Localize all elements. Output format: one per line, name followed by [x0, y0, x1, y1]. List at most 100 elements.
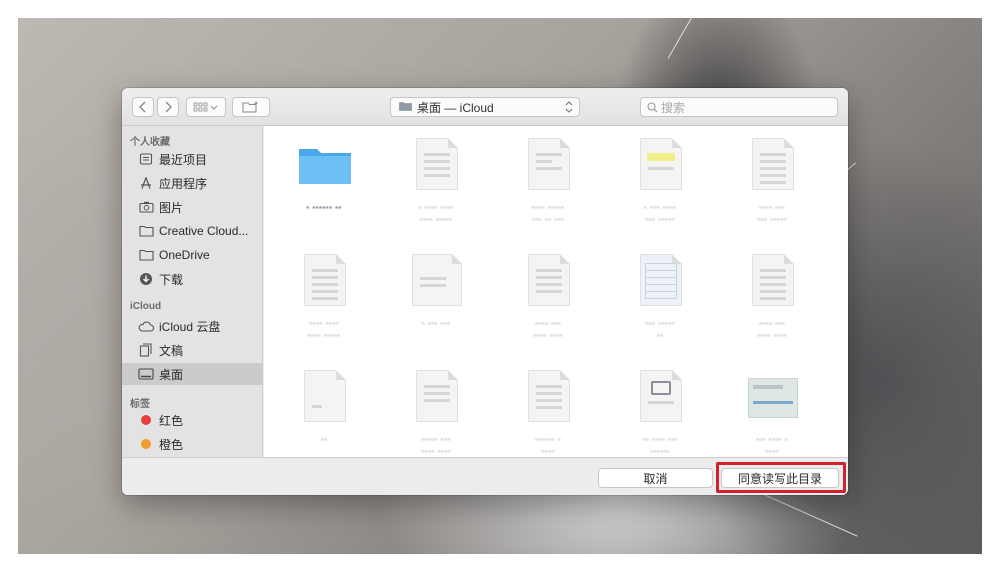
document-icon: [304, 254, 346, 306]
folder-icon: [399, 100, 412, 114]
favorites-heading: 个人收藏: [130, 137, 170, 148]
blurred-file-name: ▫▫ ▫▫▫▫ ▫▫▫ ▫▫▫▫▫▫: [642, 435, 678, 456]
search-placeholder: 搜索: [661, 100, 686, 115]
cancel-button[interactable]: 取消: [598, 468, 713, 488]
sidebar-item-pictures[interactable]: 图片: [122, 196, 263, 218]
blurred-file-name: ▫▫▫▫ ▫▫▫▫▫ ▫▫▫ ▫▫ ▫▫▫: [531, 203, 565, 224]
forward-button[interactable]: [157, 97, 179, 117]
file-item[interactable]: ▫ ▫▫▫ ▫▫▫: [381, 248, 491, 358]
documents-icon: [138, 342, 154, 358]
file-item[interactable]: ▪ ▪▪▪▪▪▪ ▪▪: [269, 132, 379, 242]
file-item[interactable]: ▫▫▫▫ ▫▫▫▫ ▫▫▫▫ ▫▫▫▫▫: [269, 248, 379, 358]
location-label: 桌面 — iCloud: [417, 100, 494, 115]
icon-grid-icon: [193, 102, 218, 112]
chevron-left-icon: [139, 101, 146, 113]
blurred-file-name: ▫▫▫▫ ▫▫▫▫ ▫▫▫▫ ▫▫▫▫▫: [307, 319, 341, 340]
blurred-file-name: ▫▫▫▫ ▫▫▫ ▫▫▫▫ ▫▫▫▫: [533, 319, 563, 340]
updown-chevron-icon: [565, 100, 573, 117]
highlight-box: [716, 462, 846, 493]
folder-icon: [138, 247, 154, 263]
tag-dot-icon: [138, 436, 154, 452]
document-icon: [528, 138, 570, 190]
blurred-file-name: ▫▫▫▫ ▫▫▫ ▫▫▫ ▫▫▫▫▫: [757, 203, 787, 224]
sidebar-item-label: 文稿: [159, 343, 184, 358]
file-item[interactable]: ▫▫: [269, 364, 379, 457]
file-browser: ▪ ▪▪▪▪▪▪ ▪▪ ▫ ▫▫▫▫ ▫▫▫▫ ▫▫▫▫ ▫▫▫▫▫ ▫▫▫▫ ▫…: [264, 126, 848, 457]
sidebar-item-label: 图片: [159, 200, 184, 215]
view-mode-button[interactable]: [186, 97, 226, 117]
search-field[interactable]: 搜索: [640, 97, 838, 117]
blurred-file-name: ▫▫▫▫▫ ▫▫▫ ▫▫▫▫ ▫▫▫▫: [421, 435, 451, 456]
sidebar-item-tag-red[interactable]: 红色: [122, 409, 263, 431]
file-item[interactable]: ▫▫▫▫▫ ▫▫▫ ▫▫▫▫ ▫▫▫▫: [381, 364, 491, 457]
sidebar-item-creative-cloud[interactable]: Creative Cloud...: [122, 220, 263, 242]
file-item[interactable]: ▫▫▫▫ ▫▫▫ ▫▫▫▫ ▫▫▫▫: [493, 248, 603, 358]
sidebar-item-downloads[interactable]: 下载: [122, 268, 263, 290]
file-open-dialog: 桌面 — iCloud 搜索 个人收藏 最近项目 应用程序 图片 Creativ…: [122, 88, 848, 495]
folder-icon: [299, 149, 351, 184]
chevron-right-icon: [165, 101, 172, 113]
sidebar: 个人收藏 最近项目 应用程序 图片 Creative Cloud... OneD…: [122, 126, 263, 457]
file-item[interactable]: ▫▫▫▫ ▫▫▫▫▫ ▫▫▫ ▫▫ ▫▫▫: [493, 132, 603, 242]
folder-icon: [138, 223, 154, 239]
sidebar-item-label: iCloud 云盘: [159, 319, 221, 334]
sidebar-item-applications[interactable]: 应用程序: [122, 172, 263, 194]
image-file-icon: [748, 378, 798, 418]
spreadsheet-icon: [640, 254, 682, 306]
sidebar-item-desktop[interactable]: 桌面: [122, 363, 263, 385]
tag-dot-icon: [138, 412, 154, 428]
file-item[interactable]: ▫▫ ▫▫▫▫ ▫▫▫ ▫▫▫▫▫▫: [605, 364, 715, 457]
document-icon: [412, 254, 462, 306]
document-icon: [528, 254, 570, 306]
icloud-heading: iCloud: [130, 301, 162, 312]
document-icon: [416, 138, 458, 190]
sidebar-item-onedrive[interactable]: OneDrive: [122, 244, 263, 266]
camera-icon: [138, 199, 154, 215]
blurred-file-name: ▫ ▫▫▫ ▫▫▫: [421, 319, 451, 328]
tags-heading: 标签: [130, 399, 150, 410]
new-folder-icon: [242, 101, 258, 113]
back-button[interactable]: [132, 97, 154, 117]
file-item[interactable]: ▫▫▫▫▫▫ ▫ ▫▫▫▫: [493, 364, 603, 457]
sidebar-item-tag-orange[interactable]: 橙色: [122, 433, 263, 455]
document-icon: [640, 370, 682, 422]
document-icon: [416, 370, 458, 422]
sidebar-item-label: 应用程序: [159, 176, 208, 191]
file-item[interactable]: ▫▫▫ ▫▫▫▫▫ ▫▫: [605, 248, 715, 358]
clock-icon: [138, 151, 154, 167]
sidebar-item-label: OneDrive: [159, 248, 210, 262]
document-icon: [640, 138, 682, 190]
sidebar-item-recents[interactable]: 最近项目: [122, 148, 263, 170]
blurred-file-name: ▫▫: [320, 435, 328, 444]
sidebar-item-label: 桌面: [159, 367, 184, 382]
blurred-file-name: ▫▫▫ ▫▫▫▫▫ ▫▫: [645, 319, 675, 340]
sidebar-item-icloud-drive[interactable]: iCloud 云盘: [122, 315, 263, 337]
document-icon: [752, 138, 794, 190]
file-item[interactable]: ▫▫▫▫ ▫▫▫ ▫▫▫ ▫▫▫▫▫: [717, 132, 827, 242]
document-icon: [528, 370, 570, 422]
dialog-toolbar: 桌面 — iCloud 搜索: [122, 88, 848, 126]
document-icon: [752, 254, 794, 306]
document-icon: [304, 370, 346, 422]
new-folder-button[interactable]: [232, 97, 270, 117]
blurred-file-name: ▫▫▫▫ ▫▫▫ ▫▫▫▫ ▫▫▫▫: [757, 319, 787, 340]
sidebar-item-documents[interactable]: 文稿: [122, 339, 263, 361]
blurred-file-name: ▪ ▪▪▪▪▪▪ ▪▪: [306, 203, 342, 212]
search-icon: [647, 101, 658, 112]
file-item[interactable]: ▫ ▫▫▫▫ ▫▫▫▫ ▫▫▫▫ ▫▫▫▫▫: [381, 132, 491, 242]
sidebar-item-label: 红色: [159, 413, 184, 428]
sidebar-item-label: 橙色: [159, 437, 184, 452]
location-popup[interactable]: 桌面 — iCloud: [390, 97, 580, 117]
download-icon: [138, 271, 154, 287]
blurred-file-name: ▫▫▫ ▫▫▫▫ ▫ ▫▫▫▫: [755, 435, 789, 456]
file-item[interactable]: ▫▫▫▫ ▫▫▫ ▫▫▫▫ ▫▫▫▫: [717, 248, 827, 358]
blurred-file-name: ▫ ▫▫▫▫ ▫▫▫▫ ▫▫▫▫ ▫▫▫▫▫: [418, 203, 454, 224]
file-item[interactable]: ▫▫▫ ▫▫▫▫ ▫ ▫▫▫▫: [717, 364, 827, 457]
file-item[interactable]: ▫ ▫▫▫ ▫▫▫▫ ▫▫▫ ▫▫▫▫▫: [605, 132, 715, 242]
sidebar-item-label: 下载: [159, 272, 184, 287]
cloud-icon: [138, 318, 154, 334]
applications-icon: [138, 175, 154, 191]
sidebar-item-label: 最近项目: [159, 152, 208, 167]
sidebar-item-label: Creative Cloud...: [159, 224, 249, 238]
blurred-file-name: ▫ ▫▫▫ ▫▫▫▫ ▫▫▫ ▫▫▫▫▫: [643, 203, 677, 224]
